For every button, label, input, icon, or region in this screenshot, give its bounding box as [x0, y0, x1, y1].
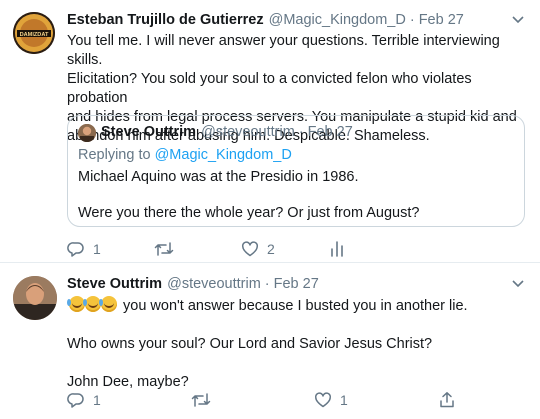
separator-dot: ·: [409, 12, 415, 28]
tweet-line: Who owns your soul? Our Lord and Savior …: [67, 336, 433, 352]
tweet-text: you won't answer because I busted you in…: [67, 296, 532, 392]
reply-icon: [67, 242, 84, 257]
avatar[interactable]: [13, 276, 57, 320]
quote-header: Steve Outtrim @steveouttrim · Feb 27: [101, 124, 353, 140]
laughing-emoji: [67, 296, 119, 312]
chevron-down-icon[interactable]: [511, 15, 525, 25]
reply-button[interactable]: 1: [67, 240, 154, 258]
retweet-icon: [191, 393, 211, 407]
avatar-image: DAMIZDAT: [13, 12, 55, 54]
quote-text-line: Michael Aquino was at the Presidio in 19…: [78, 169, 359, 185]
replying-to-handle[interactable]: @Magic_Kingdom_D: [155, 147, 292, 163]
author-handle[interactable]: @Magic_Kingdom_D: [269, 12, 406, 28]
quote-date[interactable]: Feb 27: [308, 124, 353, 140]
separator-dot: ·: [298, 124, 304, 140]
tweet-actions: 1 1: [67, 391, 478, 409]
quote-text-line: Were you there the whole year? Or just f…: [78, 205, 420, 221]
analytics-button[interactable]: [328, 240, 415, 258]
quote-author-handle[interactable]: @steveouttrim: [201, 124, 295, 140]
tweet-header: Esteban Trujillo de Gutierrez @Magic_Kin…: [67, 12, 464, 28]
replying-to-label: Replying to: [78, 147, 155, 163]
like-icon: [242, 241, 258, 257]
chevron-down-icon[interactable]: [511, 279, 525, 289]
quote-author-name[interactable]: Steve Outtrim: [101, 124, 196, 140]
replying-to-line: Replying to @Magic_Kingdom_D: [78, 146, 292, 165]
reply-button[interactable]: 1: [67, 391, 191, 409]
tweet[interactable]: DAMIZDAT Esteban Trujillo de Gutierrez @…: [0, 0, 540, 263]
tweet-line-text: you won't answer because I busted you in…: [119, 298, 468, 314]
like-button[interactable]: 1: [314, 391, 438, 409]
author-name[interactable]: Steve Outtrim: [67, 276, 162, 292]
tweet-date[interactable]: Feb 27: [419, 12, 464, 28]
tweet-header: Steve Outtrim @steveouttrim · Feb 27: [67, 276, 319, 292]
separator-dot: ·: [264, 276, 270, 292]
author-handle[interactable]: @steveouttrim: [167, 276, 261, 292]
retweet-button[interactable]: [191, 391, 314, 409]
tweet-actions: 1 2: [67, 240, 415, 258]
tweet-date[interactable]: Feb 27: [274, 276, 319, 292]
svg-text:DAMIZDAT: DAMIZDAT: [20, 32, 49, 38]
tweet-line: John Dee, maybe?: [67, 374, 189, 390]
like-button[interactable]: 2: [241, 240, 328, 258]
share-button[interactable]: [438, 391, 478, 409]
analytics-icon: [331, 241, 343, 257]
quote-avatar[interactable]: [78, 124, 96, 142]
retweet-button[interactable]: [154, 240, 241, 258]
quoted-tweet[interactable]: Steve Outtrim @steveouttrim · Feb 27 Rep…: [67, 115, 525, 227]
reply-icon: [67, 393, 84, 408]
quote-avatar-image: [78, 124, 96, 142]
tweet-line: you won't answer because I busted you in…: [67, 296, 532, 316]
retweet-icon: [154, 242, 174, 256]
tweet-line: Elicitation? You sold your soul to a con…: [67, 71, 472, 106]
reply-count: 1: [93, 392, 101, 408]
reply-count: 1: [93, 241, 101, 257]
author-name[interactable]: Esteban Trujillo de Gutierrez: [67, 12, 264, 28]
share-icon: [440, 392, 454, 408]
avatar-image: [13, 276, 57, 320]
tweet[interactable]: Steve Outtrim @steveouttrim · Feb 27 you…: [0, 264, 540, 419]
like-count: 1: [340, 392, 348, 408]
like-icon: [315, 392, 331, 408]
avatar[interactable]: DAMIZDAT: [13, 12, 55, 54]
like-count: 2: [267, 241, 275, 257]
tweet-line: You tell me. I will never answer your qu…: [67, 33, 500, 68]
